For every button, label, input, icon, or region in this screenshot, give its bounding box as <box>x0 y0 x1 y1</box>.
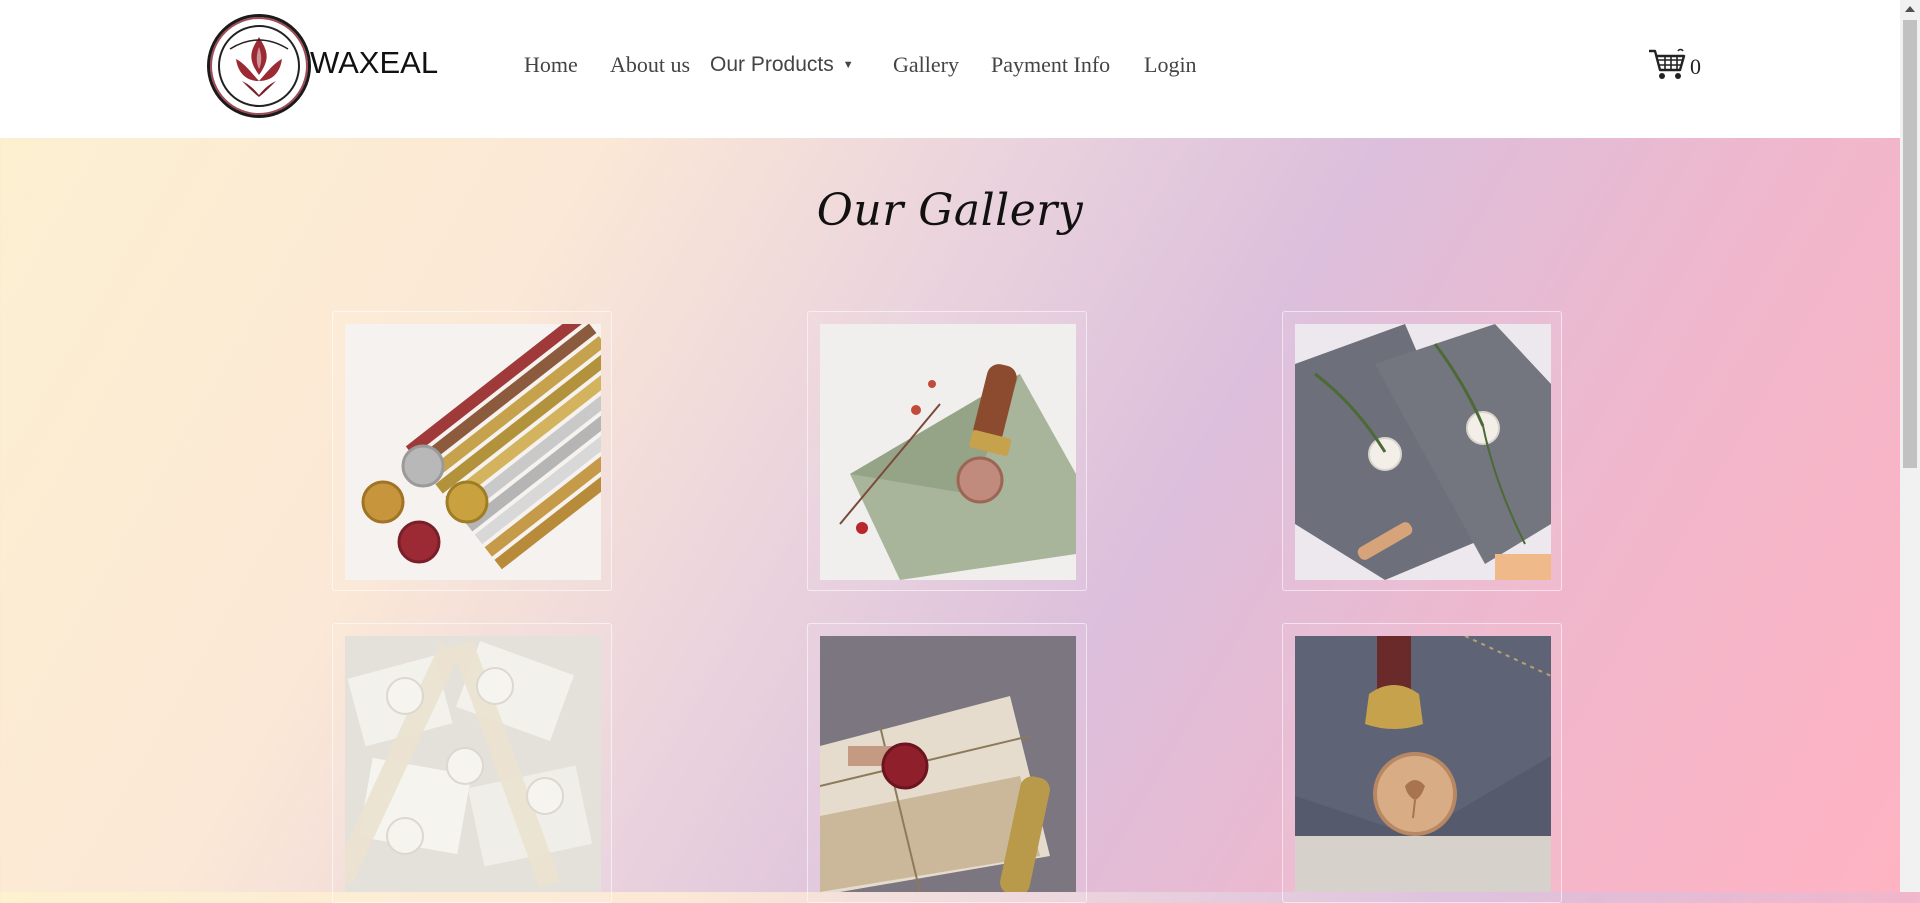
logo-emblem-icon <box>207 14 311 118</box>
gallery-card-gift-box[interactable] <box>807 623 1087 903</box>
brand-logo[interactable]: WAXEAL <box>205 12 450 120</box>
page-scrollbar[interactable] <box>1900 0 1920 892</box>
gallery-image[interactable] <box>1295 636 1551 892</box>
page-title: Our Gallery <box>816 185 1084 236</box>
nav-about-us[interactable]: About us <box>610 52 690 78</box>
scrollbar-thumb[interactable] <box>1903 20 1917 468</box>
nav-our-products[interactable]: Our Products ▼ <box>710 53 854 77</box>
gallery-card-green-envelope[interactable] <box>807 311 1087 591</box>
chevron-down-icon: ▼ <box>842 59 854 72</box>
nav-home[interactable]: Home <box>524 52 578 78</box>
gallery-card-wax-sticks[interactable] <box>332 311 612 591</box>
gallery-image[interactable] <box>1295 324 1551 580</box>
gallery-card-rose-seal[interactable] <box>1282 623 1562 903</box>
shopping-cart-icon <box>1648 48 1686 87</box>
site-header: WAXEAL Home About us Our Products ▼ Galle… <box>0 0 1900 138</box>
gallery-image[interactable] <box>820 324 1076 580</box>
gallery-card-place-cards[interactable] <box>332 623 612 903</box>
logo-text: WAXEAL <box>310 45 439 80</box>
gallery-image[interactable] <box>820 636 1076 892</box>
nav-payment-info[interactable]: Payment Info <box>991 52 1110 78</box>
scroll-up-arrow-icon[interactable] <box>1905 6 1915 12</box>
gallery-image[interactable] <box>345 324 601 580</box>
cart-count: 0 <box>1690 54 1701 79</box>
nav-login[interactable]: Login <box>1144 52 1197 78</box>
nav-gallery[interactable]: Gallery <box>893 52 959 78</box>
nav-our-products-label: Our Products <box>710 53 834 76</box>
gallery-card-grey-envelopes[interactable] <box>1282 311 1562 591</box>
gallery-image[interactable] <box>345 636 601 892</box>
cart-button[interactable]: 0 <box>1648 47 1708 87</box>
